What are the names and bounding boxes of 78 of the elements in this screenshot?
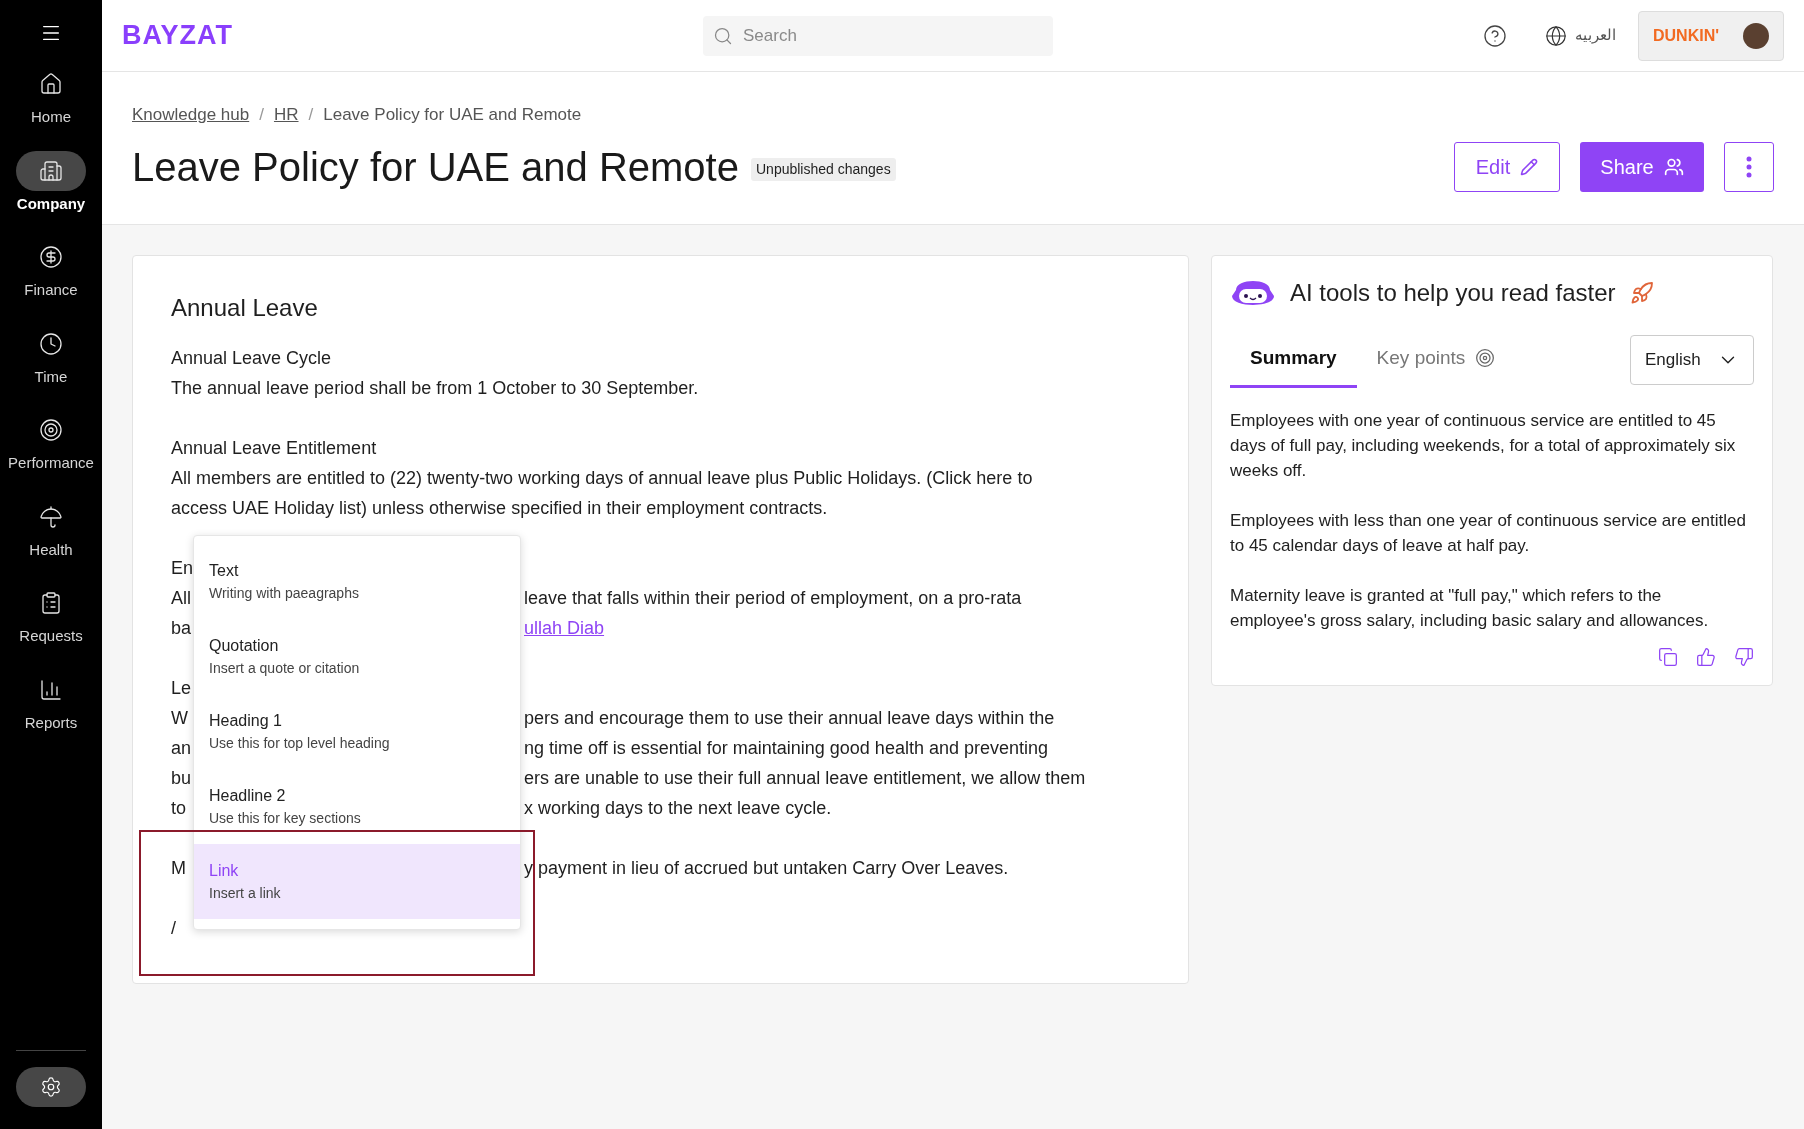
dollar-icon <box>39 245 63 269</box>
breadcrumb-link[interactable]: Knowledge hub <box>132 102 250 128</box>
help-icon[interactable] <box>1483 23 1507 48</box>
target-icon <box>39 418 63 442</box>
menu-item[interactable]: Link Insert a link <box>194 843 520 919</box>
settings-button[interactable] <box>16 1067 86 1107</box>
editor-text: bu <box>171 767 192 788</box>
rocket-icon <box>1629 280 1654 305</box>
panel-tab[interactable]: Summary <box>1230 331 1357 388</box>
language-dropdown[interactable]: English <box>1630 334 1754 385</box>
avatar <box>1743 22 1769 49</box>
thumbs-up-icon[interactable] <box>1696 646 1716 667</box>
search-field[interactable]: Search <box>703 15 1053 56</box>
edit-button[interactable]: Edit <box>1454 141 1560 192</box>
mention-link[interactable]: ullah Diab <box>524 617 605 638</box>
clipboard-icon <box>39 591 63 615</box>
editor-text: En <box>171 557 194 578</box>
globe-icon <box>1545 24 1567 47</box>
breadcrumb-link[interactable]: HR <box>273 102 299 128</box>
breadcrumb-current: Leave Policy for UAE and Remote <box>323 104 582 126</box>
pencil-icon <box>1520 157 1539 176</box>
home-icon <box>39 72 63 96</box>
company-logo: DUNKIN' <box>1653 25 1720 46</box>
editor-text: / <box>171 917 176 938</box>
editor-text: pers and encourage them to use their annual leave days within the <box>524 707 1055 728</box>
summary-paragraph: Employees with less than one year of continuous service are entitled to 45 calendar days of leave at half pay. <box>1230 509 1746 557</box>
sidebar-item[interactable]: Reports <box>0 669 102 734</box>
umbrella-icon <box>39 504 63 529</box>
sidebar-item[interactable]: Time <box>0 323 102 388</box>
people-icon <box>1663 156 1684 177</box>
sidebar-item[interactable]: Requests <box>0 583 102 648</box>
editor-text: leave that falls within their period of employment, on a pro-rata <box>524 587 1022 608</box>
menu-item[interactable]: Text Writing with paeagraphs <box>194 543 520 619</box>
sidebar-item[interactable]: Health <box>0 496 102 561</box>
building-icon <box>39 158 63 183</box>
breadcrumb-separator: / <box>259 104 264 126</box>
breadcrumb-separator: / <box>308 104 314 126</box>
editor-text: an <box>171 737 192 758</box>
sidebar-item[interactable]: Performance <box>0 410 102 475</box>
editor-text: All <box>171 587 191 608</box>
clock-icon <box>39 331 63 356</box>
editor-text: All members are entitled to (22) twenty-two working days of annual leave plus Public Holidays. (Click here to <box>171 467 1033 488</box>
editor-text: x working days to the next leave cycle. <box>524 797 832 818</box>
copy-icon[interactable] <box>1658 646 1678 667</box>
summary-paragraph: Employees with one year of continuous service are entitled to 45 days of full pay, including weekends, for a total of approximately six weeks off. <box>1230 409 1737 482</box>
editor-text: to <box>171 797 186 818</box>
section-heading: Annual Leave <box>171 292 319 323</box>
editor-text: y payment in lieu of accrued but untaken Carry Over Leaves. <box>524 857 1009 878</box>
editor-text: Le <box>171 677 192 698</box>
share-button[interactable]: Share <box>1580 141 1704 192</box>
logo[interactable]: BAYZAT <box>122 15 233 56</box>
panel-tab[interactable]: Key points <box>1356 331 1516 388</box>
menu-item[interactable]: Heading 1 Use this for top level heading <box>194 693 520 769</box>
editor-text: Annual Leave Entitlement <box>171 437 377 458</box>
search-icon <box>713 25 733 46</box>
ai-panel-title: AI tools to help you read faster <box>1290 277 1616 308</box>
editor-text: ba <box>171 617 192 638</box>
gear-icon <box>40 1076 62 1098</box>
language-button[interactable]: العربيه <box>1545 24 1616 47</box>
page-title: Leave Policy for UAE and Remote <box>132 143 739 191</box>
menu-item[interactable]: Headline 2 Use this for key sections <box>194 768 520 844</box>
thumbs-down-icon[interactable] <box>1734 646 1754 667</box>
summary-paragraph: Maternity leave is granted at "full pay," which refers to the employee's gross salary, including basic salary and allowances. <box>1230 584 1710 632</box>
sidebar-item[interactable]: Home <box>0 64 102 129</box>
sidebar-item[interactable]: Finance <box>0 237 102 302</box>
editor-text: ers are unable to use their full annual leave entitlement, we allow them <box>524 767 1086 788</box>
editor-text: access UAE Holiday list) unless otherwise specified in their employment contracts. <box>171 497 828 518</box>
editor-text: M <box>171 857 186 878</box>
more-icon <box>1746 155 1752 178</box>
editor-text: Annual Leave Cycle <box>171 347 332 368</box>
editor-text: ng time off is essential for maintaining good health and preventing <box>524 737 1048 758</box>
editor-text: W <box>171 707 188 728</box>
more-button[interactable] <box>1724 141 1774 192</box>
target-icon <box>1475 348 1496 368</box>
sidebar-item[interactable]: Company <box>0 150 102 215</box>
editor-text: The annual leave period shall be from 1 October to 30 September. <box>171 377 699 398</box>
menu-item[interactable]: Quotation Insert a quote or citation <box>194 618 520 694</box>
status-badge: Unpublished changes <box>751 158 896 181</box>
